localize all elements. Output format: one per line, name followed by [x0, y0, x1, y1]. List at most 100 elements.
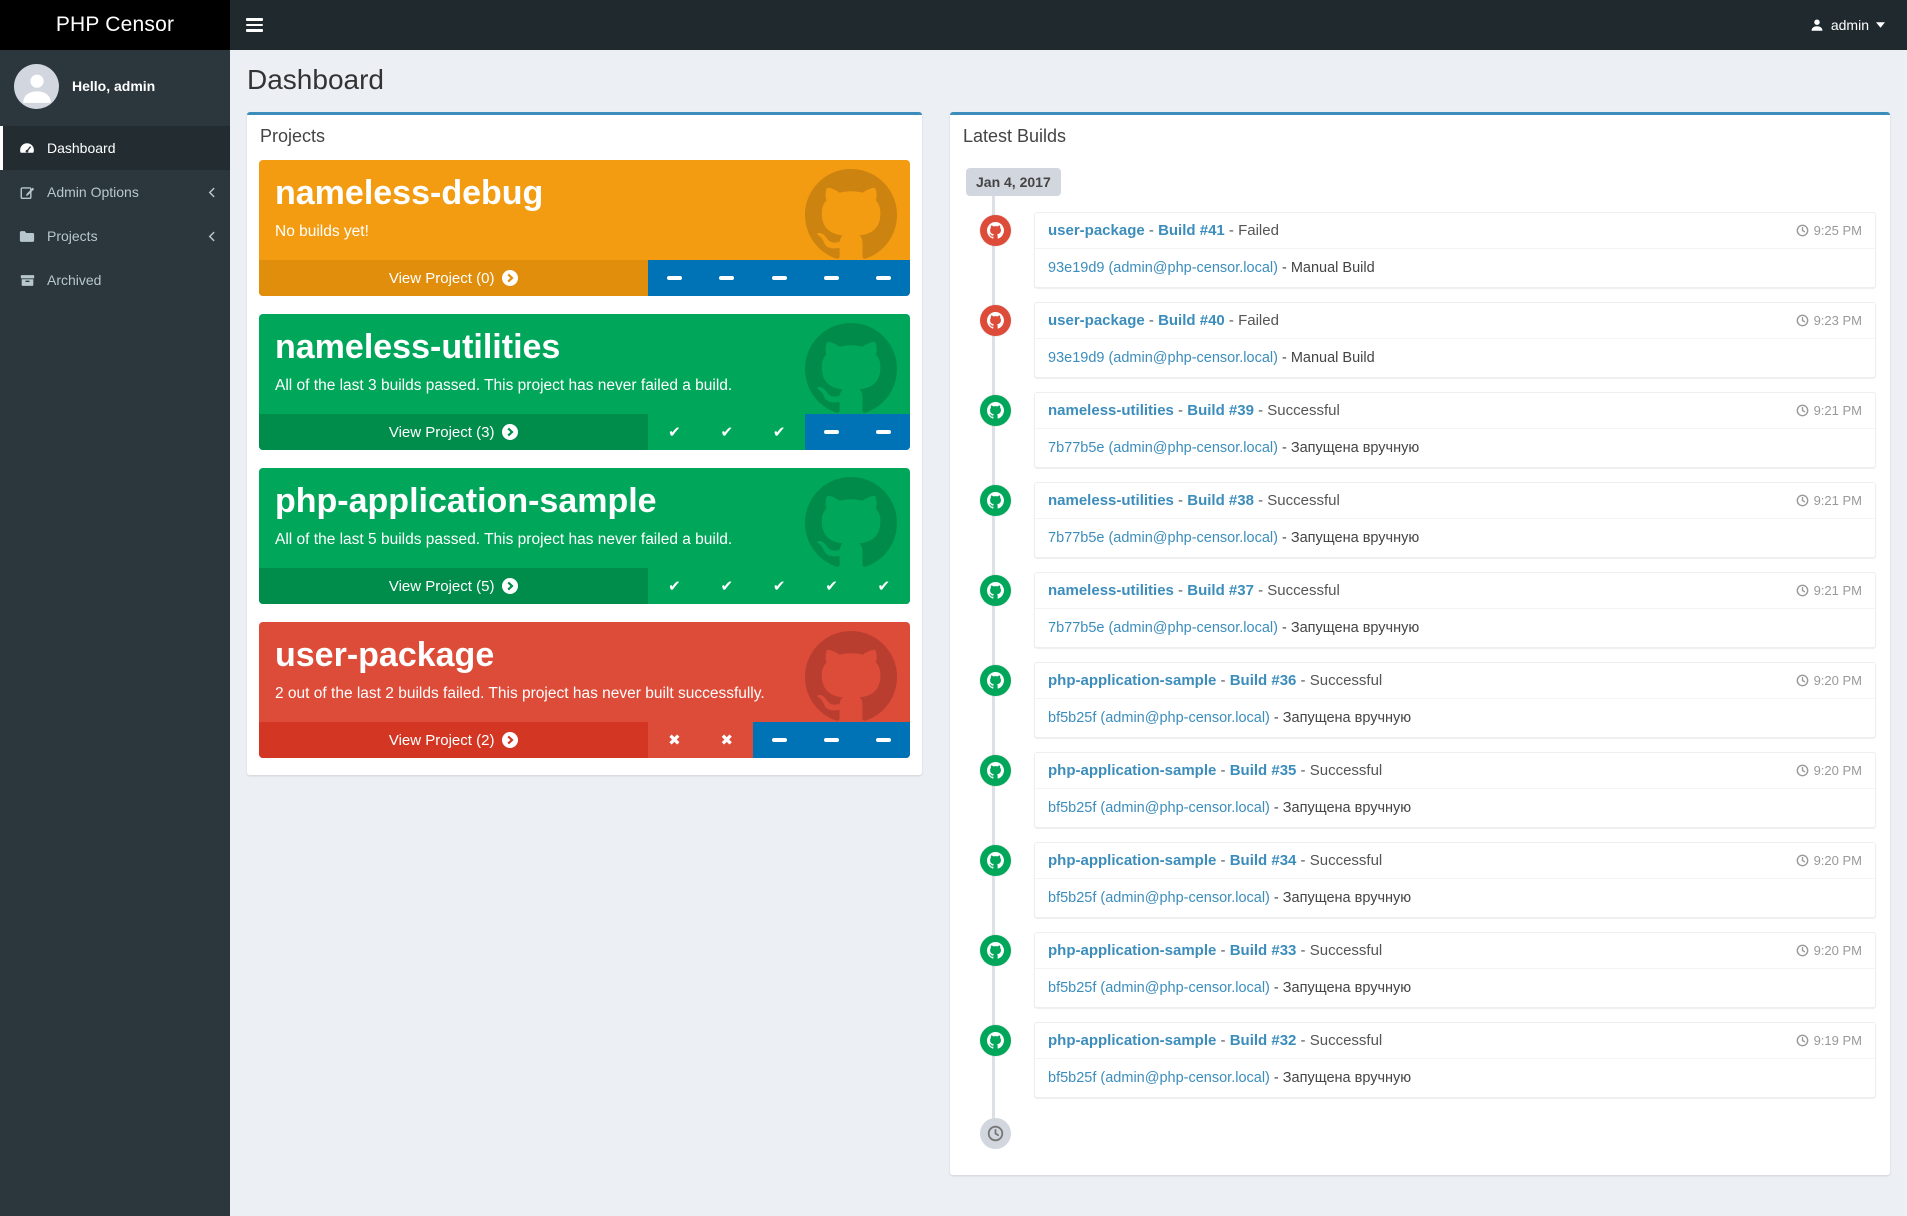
build-number-link[interactable]: Build #38 — [1187, 492, 1254, 509]
github-icon — [980, 935, 1011, 966]
dash-icon — [771, 276, 787, 280]
build-project-link[interactable]: user-package — [1048, 312, 1145, 329]
build-number-link[interactable]: Build #36 — [1230, 672, 1297, 689]
build-time-label: 9:21 PM — [1813, 493, 1862, 508]
build-status-box-success[interactable] — [700, 568, 753, 604]
build-time: 9:20 PM — [1796, 943, 1862, 958]
project-status-summary: All of the last 3 builds passed. This pr… — [275, 377, 733, 395]
build-status-box-success[interactable] — [857, 568, 910, 604]
build-status-text: Successful — [1309, 1032, 1383, 1049]
commit-link[interactable]: 7b77b5e (admin@php-censor.local) — [1048, 530, 1278, 546]
dash-icon — [824, 430, 839, 434]
build-project-link[interactable]: php-application-sample — [1048, 852, 1216, 869]
build-status-text: Successful — [1309, 942, 1383, 959]
build-status-box-success[interactable] — [700, 414, 753, 450]
projects-panel: Projects nameless-debug No builds yet! Vie… — [247, 112, 922, 775]
clock-icon — [1796, 944, 1809, 957]
separator: - — [1216, 852, 1230, 869]
build-project-link[interactable]: php-application-sample — [1048, 672, 1216, 689]
dash-icon — [876, 738, 892, 742]
build-number-link[interactable]: Build #39 — [1187, 402, 1254, 419]
view-project-button[interactable]: View Project (3) — [259, 414, 649, 450]
content-row: Projects nameless-debug No builds yet! Vie… — [230, 96, 1907, 1191]
separator: - — [1253, 492, 1268, 509]
build-project-link[interactable]: php-application-sample — [1048, 942, 1216, 959]
build-note: Запущена вручную — [1282, 1070, 1412, 1086]
build-card-header: php-application-sample - Build #34 - Suc… — [1035, 843, 1875, 879]
build-project-link[interactable]: nameless-utilities — [1048, 402, 1174, 419]
build-card-body: bf5b25f (admin@php-censor.local) - Запущ… — [1035, 789, 1875, 827]
timeline-end-clock-icon — [980, 1118, 1011, 1149]
build-status-box-failed[interactable] — [700, 722, 753, 758]
build-status-text: Successful — [1309, 762, 1383, 779]
build-number-link[interactable]: Build #35 — [1230, 762, 1297, 779]
sidebar: Hello, admin Dashboard Admin Options Proje… — [0, 50, 230, 1216]
build-card: nameless-utilities - Build #37 - Success… — [1034, 572, 1876, 648]
github-icon — [980, 1025, 1011, 1056]
build-status-box-success[interactable] — [805, 568, 858, 604]
check-icon — [721, 423, 734, 441]
build-time-label: 9:21 PM — [1813, 403, 1862, 418]
commit-link[interactable]: 93e19d9 (admin@php-censor.local) — [1048, 260, 1278, 276]
user-icon — [1810, 18, 1824, 32]
build-number-link[interactable]: Build #37 — [1187, 582, 1254, 599]
build-project-link[interactable]: nameless-utilities — [1048, 582, 1174, 599]
build-status-box-success[interactable] — [648, 414, 701, 450]
commit-link[interactable]: 93e19d9 (admin@php-censor.local) — [1048, 350, 1278, 366]
commit-link[interactable]: bf5b25f (admin@php-censor.local) — [1048, 1070, 1270, 1086]
view-project-button[interactable]: View Project (0) — [259, 260, 649, 296]
github-icon — [980, 755, 1011, 786]
content-header: Dashboard — [230, 50, 1907, 96]
sidebar-item-projects[interactable]: Projects — [0, 214, 230, 258]
dash-icon — [876, 430, 892, 434]
brand-logo[interactable]: PHP Censor — [0, 0, 230, 50]
build-card-body: 7b77b5e (admin@php-censor.local) - Запущ… — [1035, 609, 1875, 647]
commit-link[interactable]: bf5b25f (admin@php-censor.local) — [1048, 710, 1270, 726]
commit-link[interactable]: 7b77b5e (admin@php-censor.local) — [1048, 620, 1278, 636]
clock-icon — [1796, 674, 1809, 687]
build-card: php-application-sample - Build #36 - Suc… — [1034, 662, 1876, 738]
project-status-summary: 2 out of the last 2 builds failed. This … — [275, 685, 765, 703]
sidebar-item-admin-options[interactable]: Admin Options — [0, 170, 230, 214]
commit-link[interactable]: bf5b25f (admin@php-censor.local) — [1048, 800, 1270, 816]
build-timeline-item: user-package - Build #40 - Failed 9:23 PM… — [964, 302, 1876, 378]
view-project-button[interactable]: View Project (2) — [259, 722, 649, 758]
main-content: Dashboard Projects nameless-debug No buil… — [230, 0, 1907, 1191]
build-number-link[interactable]: Build #40 — [1158, 312, 1225, 329]
build-number-link[interactable]: Build #33 — [1230, 942, 1297, 959]
build-status-box-failed[interactable] — [648, 722, 701, 758]
build-status-box-success[interactable] — [752, 414, 806, 450]
sidebar-item-dashboard[interactable]: Dashboard — [0, 126, 230, 170]
build-project-link[interactable]: php-application-sample — [1048, 1032, 1216, 1049]
hamburger-bar — [245, 29, 263, 32]
sidebar-item-archived[interactable]: Archived — [0, 258, 230, 302]
build-status-box-success[interactable] — [648, 568, 701, 604]
build-time-label: 9:20 PM — [1813, 853, 1862, 868]
project-card-main: php-application-sample All of the last 5 … — [259, 468, 910, 568]
github-icon — [805, 169, 897, 261]
hamburger-icon[interactable] — [230, 0, 278, 50]
separator: - — [1296, 672, 1310, 689]
page-title: Dashboard — [247, 64, 384, 95]
view-project-button[interactable]: View Project (5) — [259, 568, 649, 604]
build-time: 9:25 PM — [1796, 223, 1862, 238]
commit-link[interactable]: 7b77b5e (admin@php-censor.local) — [1048, 440, 1278, 456]
build-status-box-success[interactable] — [752, 568, 806, 604]
build-project-link[interactable]: user-package — [1048, 222, 1145, 239]
build-project-link[interactable]: nameless-utilities — [1048, 492, 1174, 509]
sidebar-item-label: Projects — [47, 228, 98, 244]
clock-icon — [1796, 494, 1809, 507]
build-card-body: 93e19d9 (admin@php-censor.local) - Manua… — [1035, 339, 1875, 377]
github-icon — [980, 485, 1011, 516]
build-note: Manual Build — [1290, 260, 1375, 276]
user-dropdown[interactable]: admin — [1796, 0, 1899, 50]
commit-link[interactable]: bf5b25f (admin@php-censor.local) — [1048, 890, 1270, 906]
build-card: php-application-sample - Build #34 - Suc… — [1034, 842, 1876, 918]
commit-link[interactable]: bf5b25f (admin@php-censor.local) — [1048, 980, 1270, 996]
build-number-link[interactable]: Build #41 — [1158, 222, 1225, 239]
build-project-link[interactable]: php-application-sample — [1048, 762, 1216, 779]
view-project-label: View Project (3) — [388, 423, 495, 441]
build-number-link[interactable]: Build #32 — [1230, 1032, 1297, 1049]
arrow-circle-right-icon — [502, 270, 519, 286]
build-number-link[interactable]: Build #34 — [1230, 852, 1297, 869]
